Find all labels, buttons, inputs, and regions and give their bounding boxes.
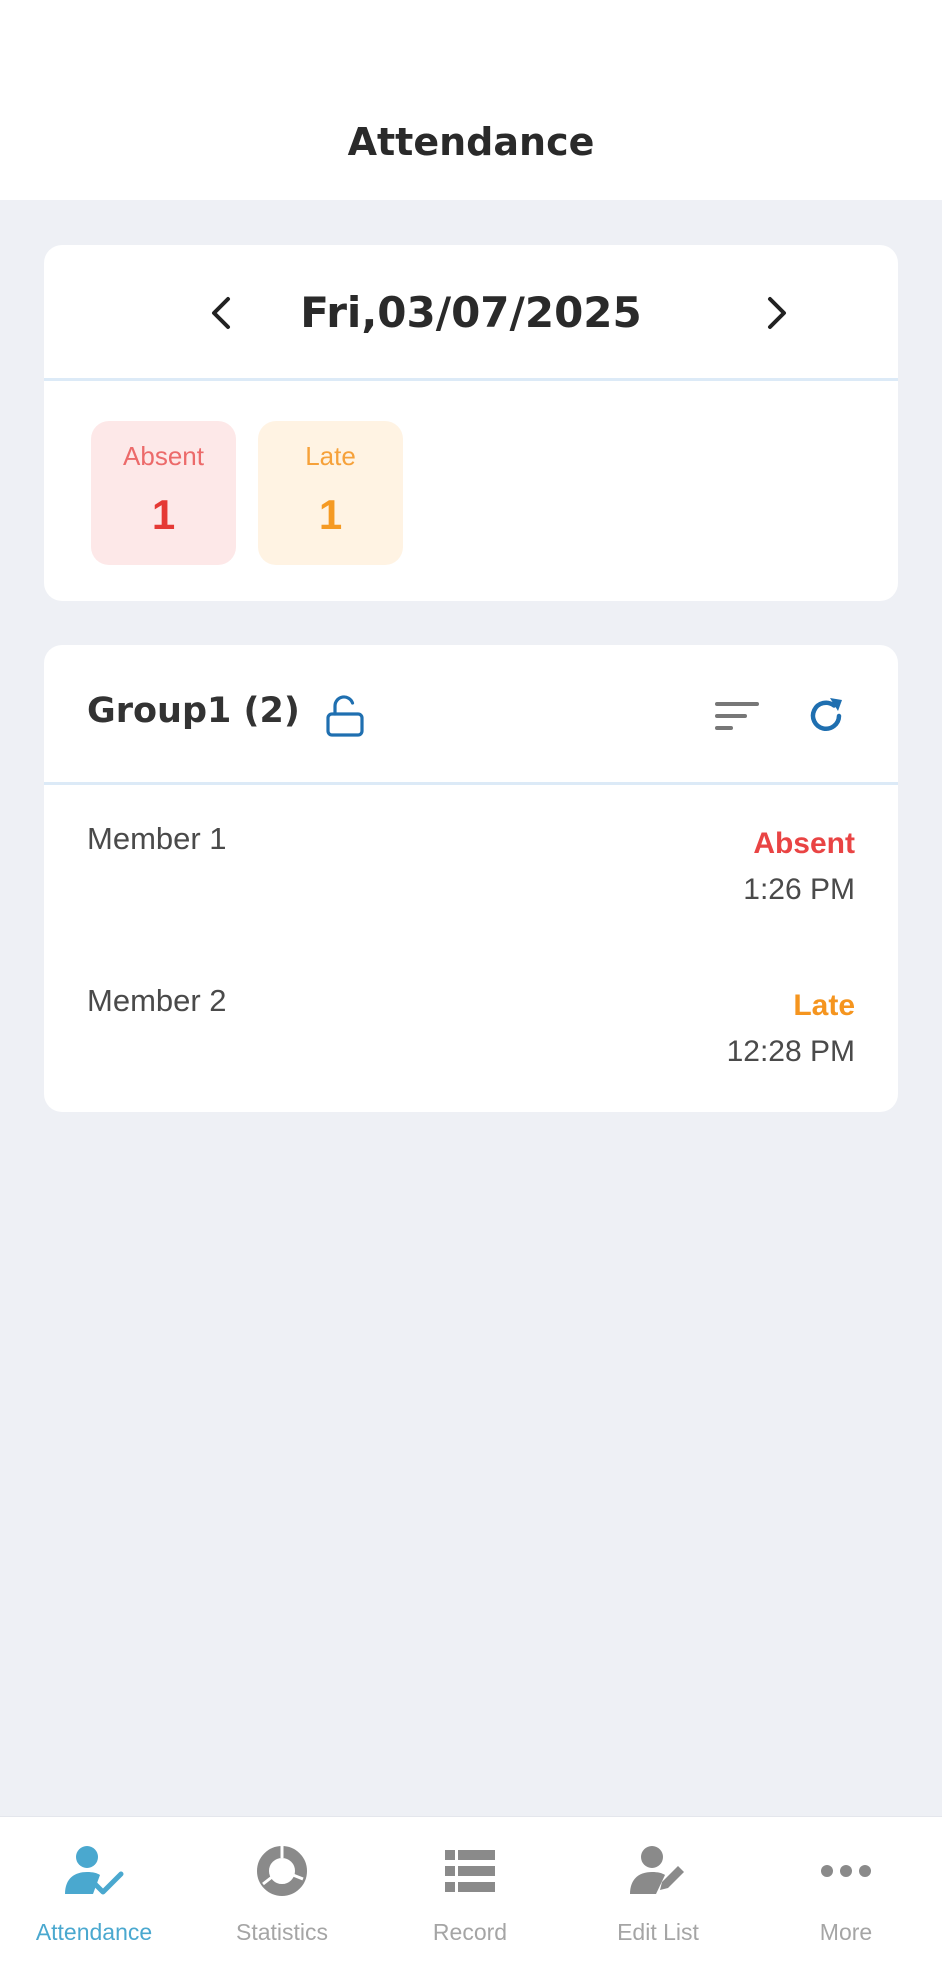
date-summary-card: Fri,03/07/2025 Absent 1 Late 1: [44, 245, 898, 601]
member-time: 1:26 PM: [743, 873, 855, 906]
page-title: Attendance: [347, 120, 595, 164]
member-time: 12:28 PM: [726, 1035, 855, 1068]
user-check-icon: [65, 1846, 124, 1895]
refresh-icon: [810, 698, 842, 731]
late-summary-badge[interactable]: Late 1: [258, 421, 403, 565]
member-name: Member 1: [87, 821, 227, 856]
tab-attendance[interactable]: Attendance: [0, 1817, 188, 1974]
absent-count: 1: [151, 491, 176, 538]
absent-summary-badge[interactable]: Absent 1: [91, 421, 236, 565]
sort-button[interactable]: [710, 693, 764, 739]
late-label: Late: [305, 441, 356, 471]
unlock-icon: [326, 695, 364, 737]
date-navigator: Fri,03/07/2025: [44, 245, 898, 381]
divider: [44, 378, 898, 381]
tab-label: Edit List: [617, 1919, 699, 1945]
member-row[interactable]: Member 1 Absent 1:26 PM: [44, 785, 898, 947]
tab-statistics[interactable]: Statistics: [188, 1817, 376, 1974]
absent-label: Absent: [123, 441, 204, 471]
group-header: Group1 (2): [44, 645, 898, 785]
app-header: Attendance: [0, 0, 942, 200]
next-day-button[interactable]: [746, 283, 806, 343]
member-status: Absent: [753, 827, 855, 860]
member-name: Member 2: [87, 983, 227, 1018]
group-card: Group1 (2) Member 1 Absent 1:26 PM Membe…: [44, 645, 898, 1112]
sort-icon: [715, 702, 759, 730]
chevron-right-icon: [768, 297, 786, 329]
member-status: Late: [793, 989, 855, 1022]
more-dots-icon: [821, 1865, 871, 1877]
group-title: Group1 (2): [87, 691, 300, 731]
user-edit-icon: [630, 1846, 684, 1894]
tab-label: More: [819, 1919, 873, 1945]
refresh-button[interactable]: [801, 691, 851, 741]
tab-more[interactable]: More: [752, 1817, 940, 1974]
donut-chart-icon: [257, 1846, 307, 1896]
tab-record[interactable]: Record: [376, 1817, 564, 1974]
member-row[interactable]: Member 2 Late 12:28 PM: [44, 947, 898, 1109]
late-count: 1: [318, 491, 343, 538]
tab-label: Record: [432, 1919, 508, 1945]
list-icon: [445, 1850, 495, 1892]
bottom-tab-bar: Attendance Statistics Record Edit List M…: [0, 1816, 942, 1974]
tab-label: Statistics: [235, 1919, 329, 1945]
lock-toggle-button[interactable]: [320, 691, 370, 741]
tab-label: Attendance: [35, 1919, 153, 1945]
tab-edit-list[interactable]: Edit List: [564, 1817, 752, 1974]
